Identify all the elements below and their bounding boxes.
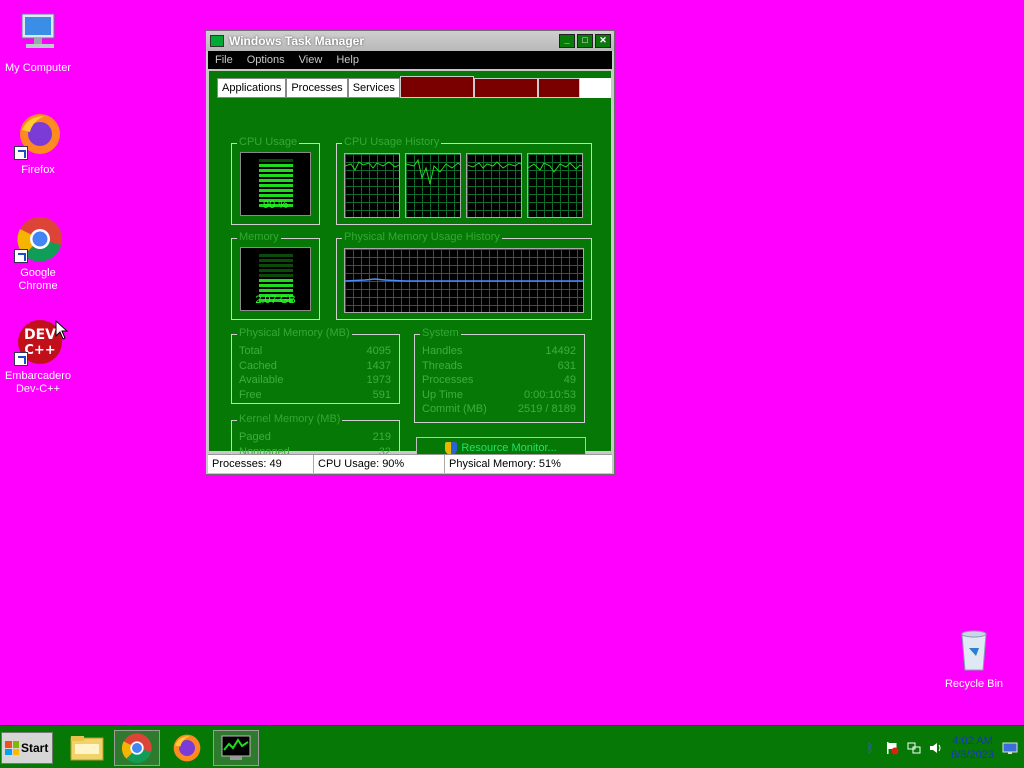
chrome-icon — [14, 215, 62, 263]
task-manager-app-icon — [210, 35, 224, 47]
cpu-usage-label: CPU Usage — [237, 136, 300, 149]
cpu-history-graph-core-1 — [344, 153, 400, 218]
taskbar: Start ᛒ 4:02 AM 8/8/2023 — [0, 725, 1024, 768]
stat-row: Total 4095 — [239, 345, 391, 357]
stat-row: Cached 1437 — [239, 359, 391, 372]
tab-performance[interactable] — [399, 76, 474, 98]
menu-bar: File Options View Help — [208, 51, 612, 69]
menu-options[interactable]: Options — [240, 54, 292, 66]
start-button[interactable]: Start — [1, 732, 53, 764]
computer-icon — [14, 10, 62, 58]
cpu-history-panel: CPU Usage History — [336, 136, 592, 225]
recycle-bin-icon — [950, 626, 998, 674]
stat-row: Paged 219 — [239, 431, 391, 443]
action-center-flag-icon[interactable] — [885, 741, 899, 755]
memory-panel: Memory 2.07 GB — [231, 231, 320, 320]
system-label: System — [420, 327, 461, 340]
clock[interactable]: 4:02 AM 8/8/2023 — [951, 734, 994, 762]
status-physical-memory: Physical Memory: 51% — [449, 458, 561, 470]
cpu-history-graph-core-4 — [527, 153, 583, 218]
cpu-history-graph-core-2 — [405, 153, 461, 218]
stat-row: Handles 14492 — [422, 345, 576, 357]
desktop-icon-label: My Computer — [4, 62, 72, 74]
volume-icon[interactable] — [929, 741, 943, 755]
desktop-icon-label: Google Chrome — [18, 267, 58, 292]
memory-label: Memory — [237, 231, 281, 244]
system-panel: System Handles 14492 Threads 631 Processes… — [414, 327, 585, 423]
taskbar-task-manager[interactable] — [213, 730, 259, 766]
task-manager-icon — [221, 735, 251, 760]
mouse-cursor-icon — [55, 320, 69, 340]
performance-tab-content: Applications Processes Services CPU Usag… — [209, 71, 611, 461]
stat-row: Free 591 — [239, 388, 391, 401]
memory-history-graph — [344, 248, 584, 313]
status-processes: Processes: 49 — [208, 455, 314, 473]
desktop-icon-firefox[interactable]: Firefox — [0, 112, 76, 177]
windows-logo-icon — [5, 741, 19, 755]
desktop-icon-my-computer[interactable]: My Computer — [0, 10, 76, 75]
stat-row: Processes 49 — [422, 374, 576, 386]
kernel-memory-label: Kernel Memory (MB) — [237, 413, 343, 426]
tab-applications[interactable]: Applications — [217, 78, 287, 98]
firefox-icon — [14, 112, 62, 160]
folder-icon — [70, 736, 104, 761]
stat-row: Available 1973 — [239, 374, 391, 386]
desktop-icon-google-chrome[interactable]: Google Chrome — [0, 215, 76, 293]
resource-monitor-label: Resource Monitor... — [461, 442, 557, 454]
system-tray: ᛒ 4:02 AM 8/8/2023 — [863, 726, 1024, 768]
task-manager-window: Windows Task Manager _ □ ✕ File Options … — [205, 30, 615, 475]
cpu-history-label: CPU Usage History — [342, 136, 442, 149]
maximize-button[interactable]: □ — [577, 34, 593, 48]
physical-memory-panel: Physical Memory (MB) Total 4095 Cached 143… — [231, 327, 400, 404]
tab-bar-filler — [579, 78, 611, 98]
title-bar[interactable]: Windows Task Manager _ □ ✕ — [206, 31, 614, 51]
memory-history-label: Physical Memory Usage History — [342, 231, 502, 244]
memory-meter: 2.07 GB — [240, 247, 311, 311]
cpu-usage-meter: 90 % — [240, 152, 311, 216]
status-cpu-usage: CPU Usage: 90% — [314, 455, 445, 473]
cpu-usage-value: 90 % — [262, 199, 289, 211]
stat-row: Threads 631 — [422, 359, 576, 372]
tab-services[interactable]: Services — [347, 78, 400, 98]
tab-networking[interactable] — [473, 78, 538, 98]
chrome-icon — [121, 733, 152, 764]
svg-text:C++: C++ — [24, 343, 55, 358]
status-bar: Processes: 49 CPU Usage: 90% Physical Me… — [208, 454, 612, 473]
stat-row: Up Time 0:00:10:53 — [422, 388, 576, 401]
shortcut-arrow-icon — [14, 352, 28, 366]
window-title: Windows Task Manager — [229, 34, 365, 48]
taskbar-explorer[interactable] — [64, 730, 110, 766]
tab-users[interactable] — [537, 78, 580, 98]
desktop-icon-label: Recycle Bin — [944, 678, 1004, 690]
menu-file[interactable]: File — [208, 54, 240, 66]
clock-time: 4:02 AM — [952, 734, 993, 747]
network-icon[interactable] — [907, 741, 921, 755]
taskbar-firefox[interactable] — [164, 730, 210, 766]
clock-date: 8/8/2023 — [951, 748, 994, 761]
show-desktop-icon[interactable] — [1002, 741, 1018, 755]
desktop-icon-recycle-bin[interactable]: Recycle Bin — [936, 626, 1012, 691]
svg-text:DEV: DEV — [24, 327, 56, 343]
desktop-icon-label: Embarcadero Dev-C++ — [4, 370, 72, 395]
memory-value: 2.07 GB — [255, 294, 296, 306]
stat-row: Commit (MB) 2519 / 8189 — [422, 403, 576, 415]
firefox-icon — [173, 734, 201, 762]
shortcut-arrow-icon — [14, 249, 28, 263]
bluetooth-icon[interactable]: ᛒ — [863, 741, 877, 755]
desktop-icon-label: Firefox — [21, 164, 55, 176]
start-label: Start — [21, 741, 49, 755]
tab-processes[interactable]: Processes — [286, 78, 348, 98]
memory-history-panel: Physical Memory Usage History — [336, 231, 592, 320]
shield-icon — [445, 441, 458, 455]
shortcut-arrow-icon — [14, 146, 28, 160]
taskbar-chrome[interactable] — [114, 730, 160, 766]
cpu-history-graph-core-3 — [466, 153, 522, 218]
minimize-button[interactable]: _ — [559, 34, 575, 48]
menu-view[interactable]: View — [292, 54, 330, 66]
menu-help[interactable]: Help — [329, 54, 366, 66]
close-button[interactable]: ✕ — [595, 34, 611, 48]
tab-bar: Applications Processes Services — [217, 76, 611, 98]
cpu-usage-panel: CPU Usage 90 % — [231, 136, 320, 225]
physical-memory-label: Physical Memory (MB) — [237, 327, 352, 340]
